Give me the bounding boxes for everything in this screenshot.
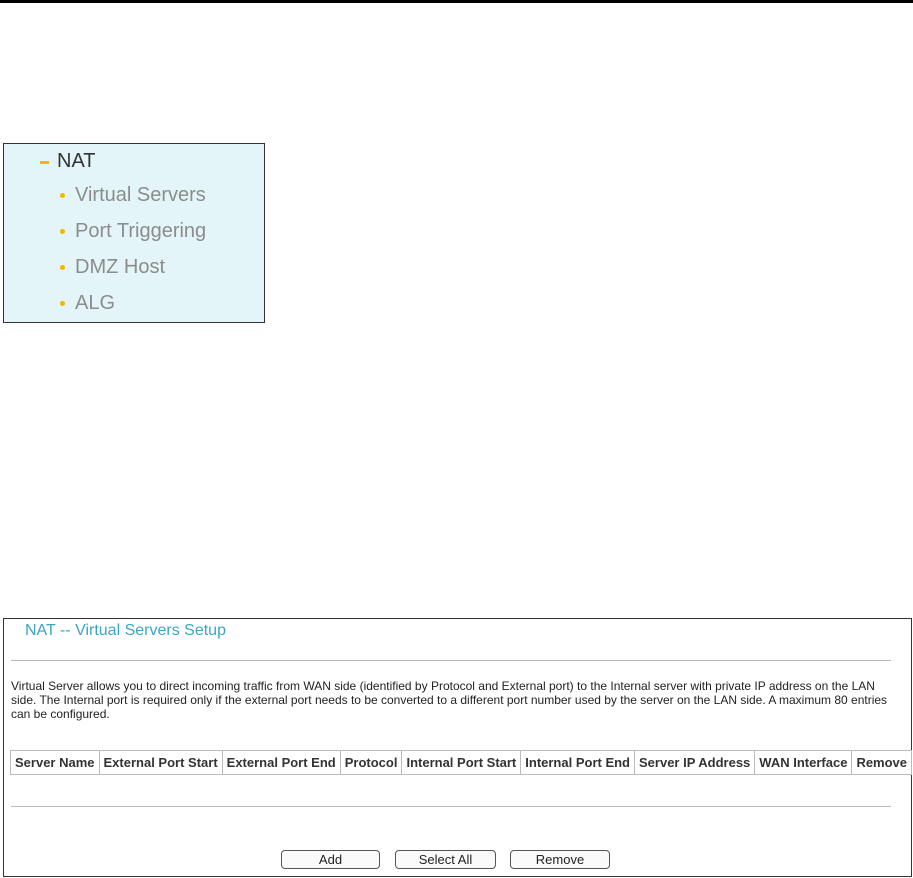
- collapse-dash-icon: [40, 160, 49, 164]
- nat-menu-panel: NAT Virtual Servers Port Triggering DMZ …: [3, 143, 265, 323]
- virtual-servers-table: Server Name External Port Start External…: [10, 750, 913, 775]
- table-header-row: Server Name External Port Start External…: [10, 750, 913, 775]
- bullet-icon: [60, 300, 65, 306]
- menu-item-port-triggering[interactable]: Port Triggering: [60, 218, 206, 244]
- column-header-server-ip-address: Server IP Address: [633, 750, 756, 775]
- menu-item-label: ALG: [75, 291, 116, 314]
- add-button[interactable]: Add: [281, 850, 380, 869]
- menu-item-label: Port Triggering: [75, 219, 207, 242]
- bullet-icon: [60, 192, 65, 198]
- title-divider: [11, 660, 891, 661]
- page-title: NAT -- Virtual Servers Setup: [25, 622, 226, 639]
- table-divider: [11, 806, 891, 807]
- bullet-icon: [60, 228, 65, 234]
- menu-header-label: NAT: [57, 149, 96, 172]
- column-header-external-port-start: External Port Start: [98, 750, 223, 775]
- menu-item-label: Virtual Servers: [75, 183, 206, 206]
- column-header-remove: Remove: [851, 750, 913, 775]
- column-header-protocol: Protocol: [339, 750, 403, 775]
- menu-item-virtual-servers[interactable]: Virtual Servers: [60, 182, 206, 208]
- column-header-internal-port-end: Internal Port End: [520, 750, 635, 775]
- remove-button[interactable]: Remove: [510, 850, 610, 869]
- top-divider: [0, 0, 913, 3]
- select-all-button[interactable]: Select All: [395, 850, 496, 869]
- column-header-server-name: Server Name: [10, 750, 100, 775]
- menu-item-label: DMZ Host: [75, 255, 165, 278]
- bullet-icon: [60, 264, 65, 270]
- description-text: Virtual Server allows you to direct inco…: [11, 679, 888, 721]
- virtual-servers-setup-panel: NAT -- Virtual Servers Setup Virtual Ser…: [3, 618, 913, 877]
- column-header-external-port-end: External Port End: [221, 750, 341, 775]
- menu-item-alg[interactable]: ALG: [60, 290, 115, 316]
- column-header-internal-port-start: Internal Port Start: [401, 750, 522, 775]
- menu-header-nat[interactable]: NAT: [40, 149, 96, 173]
- menu-item-dmz-host[interactable]: DMZ Host: [60, 254, 165, 280]
- column-header-wan-interface: WAN Interface: [754, 750, 853, 775]
